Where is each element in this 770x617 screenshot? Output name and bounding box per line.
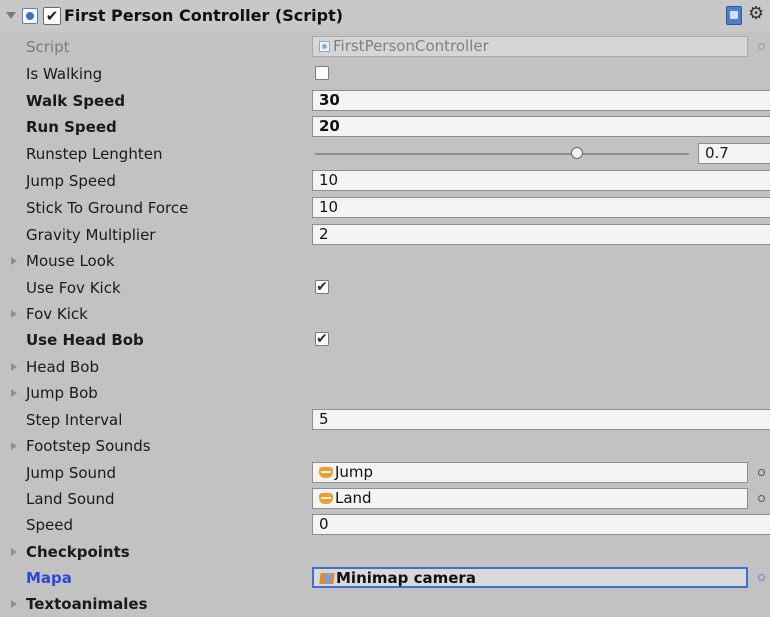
use-head-bob-label: Use Head Bob	[26, 331, 144, 349]
script-value: FirstPersonController	[333, 37, 489, 55]
row-speed: Speed 0	[0, 512, 770, 538]
script-file-icon	[319, 41, 330, 52]
fov-kick-label: Fov Kick	[26, 305, 88, 323]
row-mapa: Mapa Minimap camera	[0, 565, 770, 591]
checkpoints-label: Checkpoints	[26, 543, 130, 561]
foldout-collapsed-icon[interactable]	[11, 389, 17, 397]
row-head-bob[interactable]: Head Bob	[0, 354, 770, 380]
jump-speed-label: Jump Speed	[26, 172, 116, 190]
object-picker-icon	[758, 43, 765, 50]
camera-object-icon	[319, 573, 335, 584]
mapa-field[interactable]: Minimap camera	[312, 567, 748, 588]
stick-to-ground-force-label: Stick To Ground Force	[26, 199, 189, 217]
row-run-speed: Run Speed 20	[0, 114, 770, 140]
row-land-sound: Land Sound Land	[0, 486, 770, 512]
step-interval-label: Step Interval	[26, 411, 123, 429]
row-stick-to-ground-force: Stick To Ground Force 10	[0, 195, 770, 221]
gravity-multiplier-input[interactable]: 2	[312, 224, 770, 245]
script-label: Script	[26, 38, 70, 56]
use-head-bob-checkbox[interactable]: ✔	[315, 332, 329, 346]
speed-label: Speed	[26, 516, 74, 534]
row-jump-bob[interactable]: Jump Bob	[0, 380, 770, 406]
row-use-fov-kick: Use Fov Kick ✔	[0, 275, 770, 301]
object-picker-icon[interactable]	[758, 495, 765, 502]
row-checkpoints[interactable]: Checkpoints	[0, 539, 770, 565]
land-sound-field[interactable]: Land	[312, 488, 748, 509]
gravity-multiplier-label: Gravity Multiplier	[26, 226, 156, 244]
row-jump-sound: Jump Sound Jump	[0, 460, 770, 486]
is-walking-label: Is Walking	[26, 65, 103, 83]
runstep-slider-track[interactable]	[315, 153, 689, 155]
object-picker-icon[interactable]	[758, 574, 765, 581]
mouse-look-label: Mouse Look	[26, 252, 115, 270]
footstep-sounds-label: Footstep Sounds	[26, 437, 151, 455]
foldout-collapsed-icon[interactable]	[11, 442, 17, 450]
row-walk-speed: Walk Speed 30	[0, 88, 770, 114]
head-bob-label: Head Bob	[26, 358, 99, 376]
land-sound-value: Land	[335, 489, 372, 507]
foldout-collapsed-icon[interactable]	[11, 548, 17, 556]
walk-speed-input[interactable]: 30	[312, 90, 770, 111]
mapa-label: Mapa	[26, 569, 72, 587]
foldout-collapsed-icon[interactable]	[11, 310, 17, 318]
textoanimales-label: Textoanimales	[26, 595, 148, 613]
object-picker-icon[interactable]	[758, 469, 765, 476]
component-title: First Person Controller (Script)	[64, 6, 344, 25]
runstep-value-input[interactable]: 0.7	[698, 143, 770, 164]
component-header[interactable]: ✔ First Person Controller (Script) ⚙	[0, 0, 770, 32]
script-field: FirstPersonController	[312, 36, 748, 57]
foldout-expanded-icon[interactable]	[6, 12, 16, 19]
is-walking-checkbox[interactable]	[315, 66, 329, 80]
use-fov-kick-checkbox[interactable]: ✔	[315, 280, 329, 294]
row-is-walking: Is Walking	[0, 61, 770, 87]
row-footstep-sounds[interactable]: Footstep Sounds	[0, 433, 770, 459]
speed-input[interactable]: 0	[312, 514, 770, 535]
row-mouse-look[interactable]: Mouse Look	[0, 248, 770, 274]
mapa-value: Minimap camera	[336, 569, 476, 587]
help-book-icon[interactable]	[726, 6, 742, 25]
row-fov-kick[interactable]: Fov Kick	[0, 301, 770, 327]
row-jump-speed: Jump Speed 10	[0, 168, 770, 194]
foldout-collapsed-icon[interactable]	[11, 363, 17, 371]
row-step-interval: Step Interval 5	[0, 407, 770, 433]
gear-icon[interactable]: ⚙	[748, 3, 764, 24]
jump-bob-label: Jump Bob	[26, 384, 98, 402]
component-enabled-checkbox[interactable]: ✔	[43, 7, 61, 25]
audio-clip-icon	[319, 493, 333, 504]
runstep-slider-thumb[interactable]	[570, 147, 583, 159]
foldout-collapsed-icon[interactable]	[11, 257, 17, 265]
row-textoanimales[interactable]: Textoanimales	[0, 591, 770, 617]
walk-speed-label: Walk Speed	[26, 92, 126, 110]
land-sound-label: Land Sound	[26, 490, 115, 508]
script-icon	[22, 8, 38, 24]
run-speed-input[interactable]: 20	[312, 116, 770, 137]
runstep-lenghten-label: Runstep Lenghten	[26, 145, 163, 163]
step-interval-input[interactable]: 5	[312, 409, 770, 430]
row-gravity-multiplier: Gravity Multiplier 2	[0, 222, 770, 248]
row-use-head-bob: Use Head Bob ✔	[0, 327, 770, 353]
foldout-collapsed-icon[interactable]	[11, 600, 17, 608]
inspector-panel: ✔ First Person Controller (Script) ⚙ Scr…	[0, 0, 770, 614]
row-runstep-lenghten: Runstep Lenghten 0.7	[0, 141, 770, 167]
jump-sound-field[interactable]: Jump	[312, 462, 748, 483]
stick-to-ground-force-input[interactable]: 10	[312, 197, 770, 218]
jump-sound-value: Jump	[335, 463, 374, 481]
row-script: Script FirstPersonController	[0, 34, 770, 60]
use-fov-kick-label: Use Fov Kick	[26, 279, 121, 297]
audio-clip-icon	[319, 467, 333, 478]
run-speed-label: Run Speed	[26, 118, 117, 136]
jump-sound-label: Jump Sound	[26, 464, 117, 482]
jump-speed-input[interactable]: 10	[312, 170, 770, 191]
